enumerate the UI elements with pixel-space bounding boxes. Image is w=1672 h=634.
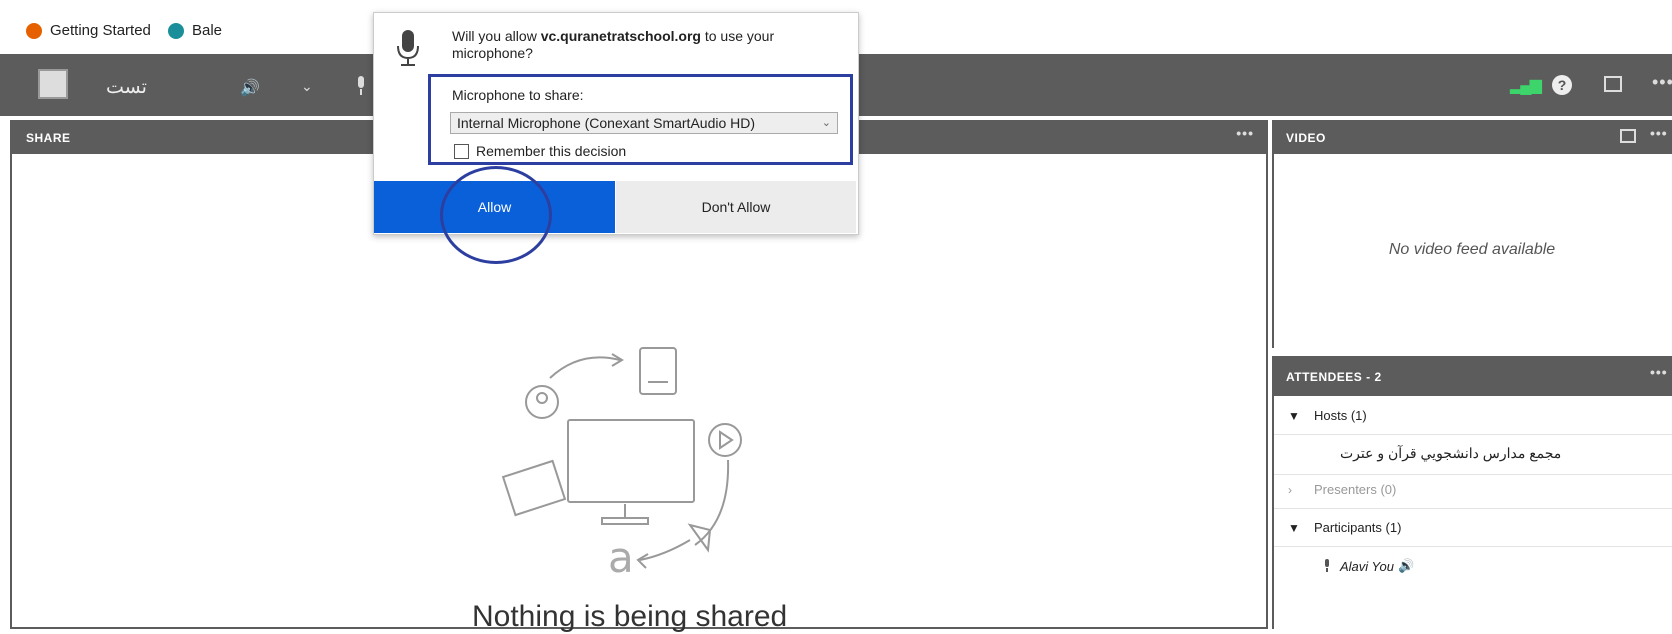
remember-label: Remember this decision: [476, 143, 627, 159]
video-pod-more-icon[interactable]: •••: [1650, 125, 1668, 141]
video-pod-header: VIDEO •••: [1272, 120, 1672, 154]
speaker-icon[interactable]: 🔊: [240, 78, 260, 98]
attendee-host[interactable]: مجمع مدارس دانشجويي قرآن و عترت: [1340, 445, 1588, 462]
video-fullscreen-icon[interactable]: [1620, 129, 1636, 143]
chevron-right-icon: ›: [1288, 482, 1292, 497]
site-host: vc.quranetratschool.org: [540, 28, 701, 44]
app-menu-icon[interactable]: [38, 69, 68, 99]
group-participants[interactable]: ▼ Participants (1): [1288, 520, 1401, 535]
nothing-shared-illustration-icon: a: [501, 347, 742, 580]
microphone-label: Microphone to share:: [452, 87, 584, 103]
microphone-icon: [397, 30, 419, 66]
permission-question: Will you allow vc.quranetratschool.org t…: [452, 28, 775, 61]
chevron-down-icon: ▼: [1288, 408, 1300, 423]
attendees-pod: [1272, 396, 1672, 629]
attendees-pod-header: ATTENDEES - 2 •••: [1272, 356, 1672, 396]
meeting-title: تست: [106, 77, 147, 98]
connection-signal-icon: ▂▄▆: [1510, 77, 1542, 94]
firefox-icon: [26, 22, 42, 39]
help-icon[interactable]: ?: [1552, 75, 1572, 95]
microphone-select[interactable]: Internal Microphone (Conexant SmartAudio…: [450, 112, 838, 134]
microphone-icon[interactable]: [356, 74, 366, 98]
more-options-icon[interactable]: •••: [1652, 72, 1672, 93]
chevron-down-icon[interactable]: ⌄: [301, 78, 313, 95]
microphone-icon: [1325, 559, 1329, 572]
group-presenters[interactable]: › Presenters (0): [1288, 482, 1396, 497]
svg-text:a: a: [608, 533, 634, 580]
fullscreen-icon[interactable]: [1604, 76, 1622, 92]
no-video-message: No video feed available: [1388, 241, 1556, 258]
allow-highlight-circle: [440, 166, 552, 264]
share-pod-more-icon[interactable]: •••: [1236, 125, 1254, 141]
group-hosts[interactable]: ▼ Hosts (1): [1288, 408, 1367, 423]
attendee-participant[interactable]: Alavi You 🔊: [1322, 558, 1414, 574]
bookmark-getting-started[interactable]: Getting Started: [26, 22, 151, 39]
bale-icon: [168, 22, 184, 39]
attendees-pod-more-icon[interactable]: •••: [1650, 364, 1668, 380]
remember-checkbox[interactable]: [454, 144, 469, 159]
dont-allow-button[interactable]: Don't Allow: [616, 181, 856, 233]
bookmark-bale[interactable]: Bale: [168, 22, 222, 39]
speaking-icon: 🔊: [1397, 558, 1415, 573]
chevron-down-icon: ⌄: [821, 117, 831, 129]
chevron-down-icon: ▼: [1288, 520, 1300, 535]
